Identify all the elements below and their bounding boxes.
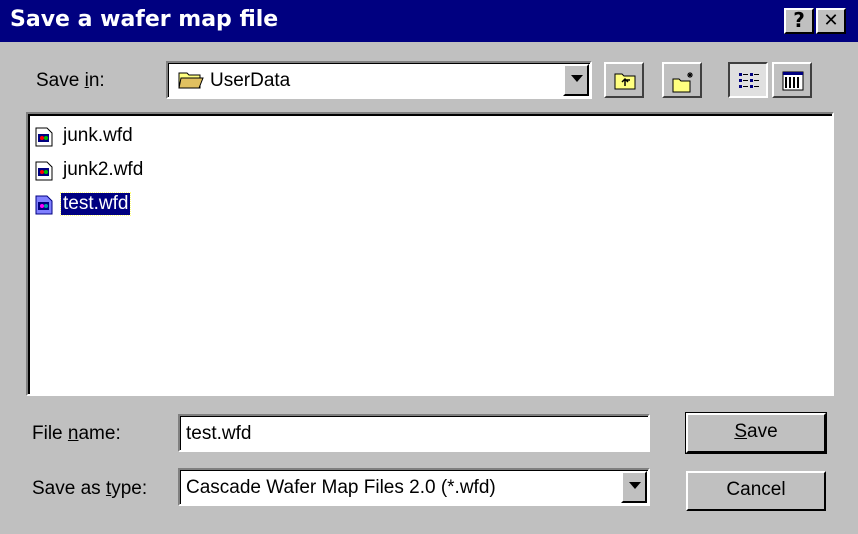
folder-open-icon bbox=[178, 69, 204, 96]
cancel-button[interactable]: Cancel bbox=[686, 471, 826, 511]
new-folder-icon bbox=[672, 72, 693, 93]
window-title: Save a wafer map file bbox=[10, 7, 279, 32]
file-name-label: File name: bbox=[32, 423, 121, 444]
save-button[interactable]: Save bbox=[685, 412, 827, 454]
help-button[interactable]: ? bbox=[784, 8, 814, 34]
wafer-file-icon bbox=[34, 195, 54, 220]
file-name-text: junk.wfd bbox=[63, 125, 133, 146]
save-as-type-value: Cascade Wafer Map Files 2.0 (*.wfd) bbox=[186, 477, 496, 498]
title-bar[interactable]: Save a wafer map file ? ✕ bbox=[0, 0, 858, 42]
up-one-level-button[interactable] bbox=[604, 62, 644, 98]
save-as-type-dropdown-button[interactable] bbox=[621, 471, 647, 503]
file-list[interactable]: junk.wfd junk2.wfd test.wfd bbox=[26, 112, 834, 396]
details-view-icon bbox=[782, 71, 804, 91]
file-name-text: test.wfd bbox=[59, 192, 132, 216]
file-name-input[interactable]: test.wfd bbox=[178, 414, 650, 452]
list-view-icon bbox=[739, 73, 759, 88]
chevron-down-icon bbox=[571, 75, 583, 82]
chevron-down-icon bbox=[629, 482, 641, 489]
new-folder-button[interactable] bbox=[662, 62, 702, 98]
save-in-dropdown[interactable]: UserData bbox=[166, 61, 592, 99]
save-as-type-dropdown[interactable]: Cascade Wafer Map Files 2.0 (*.wfd) bbox=[178, 468, 650, 506]
wafer-file-icon bbox=[34, 127, 54, 152]
save-as-type-label: Save as type: bbox=[32, 478, 148, 499]
up-folder-icon bbox=[614, 73, 636, 90]
file-name-text: junk2.wfd bbox=[63, 159, 144, 180]
close-button[interactable]: ✕ bbox=[816, 8, 846, 34]
save-in-value: UserData bbox=[210, 70, 291, 91]
details-view-button[interactable] bbox=[772, 62, 812, 98]
list-view-button[interactable] bbox=[728, 62, 768, 98]
wafer-file-icon bbox=[34, 161, 54, 186]
save-in-dropdown-button[interactable] bbox=[563, 64, 589, 96]
save-in-label: Save in: bbox=[36, 70, 105, 91]
file-name-value: test.wfd bbox=[186, 423, 252, 444]
